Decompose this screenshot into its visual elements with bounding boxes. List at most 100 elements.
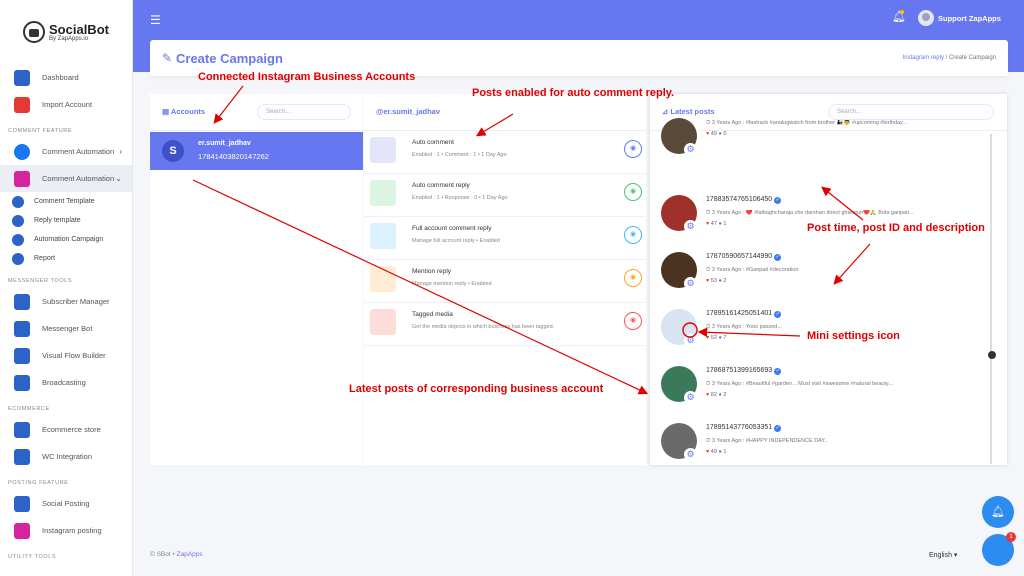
account-name: er.sumit_jadhav — [198, 140, 251, 147]
menu-toggle-icon[interactable]: ☰ — [150, 13, 161, 27]
feature-subtitle: Enabled : 1 • Comment : 1 • 1 Day Ago — [412, 152, 507, 158]
section-utility-tools: UTILITY TOOLS — [8, 554, 57, 560]
feature-title: Tagged media — [412, 311, 453, 318]
sidebar-item-messenger-bot[interactable]: Messenger Bot — [0, 315, 132, 342]
chat-fab[interactable]: 1 — [982, 532, 1016, 566]
feature-item[interactable]: Auto comment Enabled : 1 • Comment : 1 • … — [364, 132, 646, 174]
footer-link[interactable]: ZapApps — [177, 551, 203, 558]
brand[interactable]: SocialBot By ZapApps.io — [0, 0, 132, 64]
posting-icon — [14, 495, 30, 512]
feature-icon — [370, 137, 396, 163]
eye-icon[interactable]: ◉ — [624, 269, 642, 287]
sidebar-item-label: Social Posting — [42, 499, 90, 508]
instagram-icon — [14, 170, 30, 187]
footer-copyright: © SBot • — [150, 551, 175, 558]
sidebar-item-import-account[interactable]: Import Account — [0, 91, 132, 118]
post-stats: ♥ 49 ● 0 — [706, 131, 727, 137]
language-select[interactable]: English ▾ — [929, 551, 957, 559]
bell-icon: 🔔︎ — [991, 506, 1005, 518]
posts-scrollbar[interactable] — [990, 134, 992, 464]
sidebar-subitem-comment-template[interactable]: Comment Template — [0, 192, 132, 211]
feature-icon — [370, 266, 396, 292]
post-item[interactable]: ⚙ 17895143776053351 ✓ 🕓︎ 3 Years Ago : #HAP… — [650, 419, 990, 475]
heart-icon: ♥ — [706, 221, 710, 227]
sidebar-subitem-report[interactable]: Report — [0, 249, 132, 268]
scrollbar-thumb[interactable] — [988, 351, 996, 359]
gear-icon[interactable]: ⚙ — [684, 391, 697, 404]
sidebar-subitem-reply-template[interactable]: Reply template — [0, 211, 132, 230]
gear-icon[interactable]: ⚙ — [684, 334, 697, 347]
sidebar: SocialBot By ZapApps.io Dashboard Import … — [0, 0, 133, 576]
sidebar-item-label: Messenger Bot — [42, 324, 93, 333]
post-item[interactable]: ⚙ 🕓︎ 3 Years Ago : #fastrack #analogwatch… — [650, 114, 990, 170]
sidebar-item-label: Ecommerce store — [42, 425, 101, 434]
sidebar-item-subscriber-manager[interactable]: Subscriber Manager — [0, 288, 132, 315]
post-item[interactable]: ⚙ 17870590657144990 ✓ 🕓︎ 3 Years Ago : #Gan… — [650, 248, 990, 304]
sidebar-item-wc-integration[interactable]: WC Integration — [0, 443, 132, 470]
sidebar-item-facebook-comment-automation[interactable]: Comment Automation › — [0, 138, 132, 165]
feature-item[interactable]: Auto comment reply Enabled : 1 • Response… — [364, 175, 646, 217]
heart-icon: ♥ — [706, 131, 710, 137]
comment-icon: ● — [718, 278, 722, 284]
brand-name: SocialBot — [49, 21, 109, 37]
store-icon — [14, 421, 30, 438]
account-avatar: S — [162, 140, 184, 162]
post-id: 17883574765106450 ✓ — [706, 196, 782, 204]
verified-icon: ✓ — [774, 254, 782, 261]
annotation-connected: Connected Instagram Business Accounts — [198, 71, 416, 83]
account-id: 17841403820147262 — [198, 152, 269, 161]
section-posting-feature: POSTING FEATURE — [8, 480, 69, 486]
notification-fab[interactable]: 🔔︎ — [982, 496, 1014, 528]
section-comment-feature: COMMENT FEATURE — [8, 128, 73, 134]
sidebar-item-instagram-comment-automation[interactable]: Comment Automation ⌄ — [0, 165, 132, 192]
feature-subtitle: Get the media objects in which business … — [412, 324, 555, 330]
verified-icon: ✓ — [774, 197, 782, 204]
eye-icon[interactable]: ◉ — [624, 140, 642, 158]
feature-item[interactable]: Mention reply Manage mention reply • Enab… — [364, 261, 646, 303]
feature-icon — [370, 309, 396, 335]
sidebar-item-ecommerce-store[interactable]: Ecommerce store — [0, 416, 132, 443]
feature-item[interactable]: Full account comment reply Manage full ac… — [364, 218, 646, 260]
section-messenger-tools: MESSENGER TOOLS — [8, 278, 73, 284]
account-item[interactable]: S er.sumit_jadhav 17841403820147262 — [150, 132, 363, 170]
eye-icon[interactable]: ◉ — [624, 312, 642, 330]
subitem-icon — [12, 233, 24, 246]
sidebar-item-broadcasting[interactable]: Broadcasting — [0, 369, 132, 396]
user-menu[interactable]: Support ZapApps — [918, 10, 1001, 26]
sidebar-subitem-label: Comment Template — [34, 198, 95, 205]
accounts-search-input[interactable]: Search... — [257, 104, 351, 120]
sidebar-subitem-automation-campaign[interactable]: Automation Campaign — [0, 230, 132, 249]
annotation-post-time: Post time, post ID and description — [807, 222, 985, 234]
sidebar-item-social-posting[interactable]: Social Posting — [0, 490, 132, 517]
sidebar-item-label: Instagram posting — [42, 526, 102, 535]
eye-icon[interactable]: ◉ — [624, 183, 642, 201]
gear-icon[interactable]: ⚙ — [684, 448, 697, 461]
feature-item[interactable]: Tagged media Get the media objects in whi… — [364, 304, 646, 346]
feature-title: Mention reply — [412, 268, 452, 275]
post-item[interactable]: ⚙ 17883574765106450 ✓ 🕓︎ 3 Years Ago : ❤️ #… — [650, 191, 990, 247]
post-item[interactable]: ⚙ 17868751399165693 ✓ 🕓︎ 3 Years Ago : #Bea… — [650, 362, 990, 418]
sidebar-item-dashboard[interactable]: Dashboard — [0, 64, 132, 91]
sidebar-item-instagram-posting[interactable]: Instagram posting — [0, 517, 132, 544]
sidebar-item-label: Comment Automation — [42, 174, 115, 183]
post-description: 🕓︎ 3 Years Ago : ❤️ #lalbaghcharaja che … — [706, 210, 914, 216]
post-stats: ♥ 82 ● 2 — [706, 392, 727, 398]
features-title: @er.sumit_jadhav — [376, 107, 441, 116]
gear-icon[interactable]: ⚙ — [684, 143, 697, 156]
chevron-down-icon: ⌄ — [115, 174, 122, 183]
wordpress-icon — [14, 448, 30, 465]
sidebar-item-visual-flow-builder[interactable]: Visual Flow Builder — [0, 342, 132, 369]
gear-icon[interactable]: ⚙ — [684, 277, 697, 290]
posts-panel: ⊿ Latest posts Search... ⚙ 🕓︎ 3 Years Ago… — [650, 94, 1007, 465]
instagram-icon — [14, 522, 30, 539]
comment-icon: ● — [718, 392, 722, 398]
annotation-latest: Latest posts of corresponding business a… — [349, 383, 604, 395]
breadcrumb-link[interactable]: Instagram reply — [903, 55, 944, 61]
gear-icon[interactable]: ⚙ — [684, 220, 697, 233]
heart-icon: ♥ — [706, 278, 710, 284]
eye-icon[interactable]: ◉ — [624, 226, 642, 244]
section-ecommerce: ECOMMERCE — [8, 406, 50, 412]
sidebar-item-label: Comment Automation — [42, 147, 115, 156]
robot-icon — [14, 320, 30, 337]
chat-badge: 1 — [1006, 532, 1016, 542]
